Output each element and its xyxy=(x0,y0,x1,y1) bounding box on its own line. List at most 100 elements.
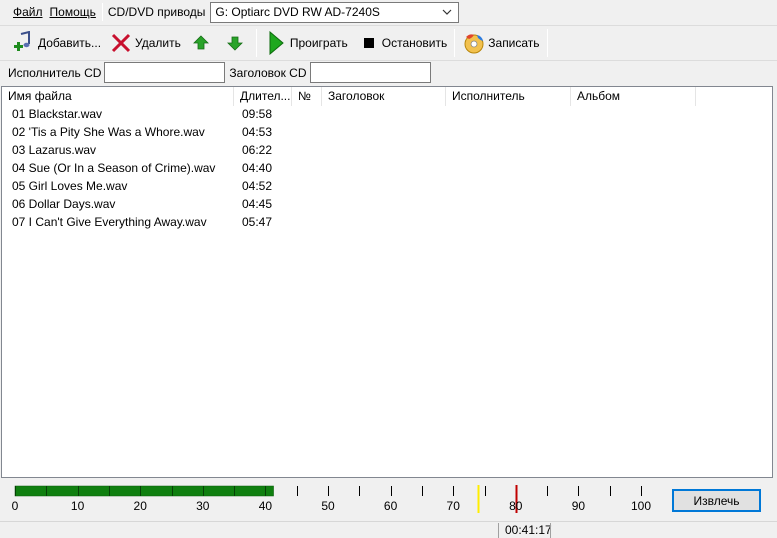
track-filename: 03 Lazarus.wav xyxy=(12,143,97,157)
scale-label: 30 xyxy=(196,499,210,513)
track-title xyxy=(325,195,449,213)
track-album xyxy=(574,195,699,213)
track-number xyxy=(294,105,325,123)
menu-file[interactable]: Файл xyxy=(9,0,46,24)
toolbar: Добавить... Удалить Проиграть Остановить xyxy=(0,25,777,59)
scale-label: 0 xyxy=(12,499,19,513)
table-row[interactable]: 01 Blackstar.wav 09:58 xyxy=(2,105,772,123)
drive-select[interactable]: G: Optiarc DVD RW AD-7240S xyxy=(210,1,460,23)
toolbar-separator xyxy=(546,28,548,57)
move-down-button[interactable] xyxy=(219,28,253,58)
track-filename: 05 Girl Loves Me.wav xyxy=(12,179,128,193)
play-icon xyxy=(264,30,288,55)
track-album xyxy=(574,177,699,195)
track-filename: 01 Blackstar.wav xyxy=(12,107,103,121)
track-duration: 04:40 xyxy=(242,161,273,175)
track-number xyxy=(294,177,325,195)
drive-select-value: G: Optiarc DVD RW AD-7240S xyxy=(215,5,380,19)
track-album xyxy=(574,123,699,141)
table-row[interactable]: 06 Dollar Days.wav 04:45 xyxy=(2,195,772,213)
stop-icon xyxy=(362,31,376,55)
burn-button[interactable]: Записать xyxy=(458,28,543,58)
delete-x-icon xyxy=(109,31,133,55)
track-number xyxy=(294,195,325,213)
delete-button[interactable]: Удалить xyxy=(105,28,185,58)
add-button-label: Добавить... xyxy=(38,35,102,50)
track-artist xyxy=(449,195,574,213)
track-duration: 09:58 xyxy=(242,107,273,121)
track-list[interactable]: Имя файла Длител... № Заголовок Исполнит… xyxy=(1,86,773,478)
burn-disc-icon xyxy=(462,31,486,55)
stop-button[interactable]: Остановить xyxy=(358,28,452,58)
arrow-down-icon xyxy=(223,31,247,55)
add-button[interactable]: Добавить... xyxy=(8,28,105,58)
track-album xyxy=(574,159,699,177)
arrow-up-icon xyxy=(189,31,213,55)
toolbar-separator xyxy=(255,28,257,57)
scale-label: 40 xyxy=(259,499,273,513)
scale-label: 70 xyxy=(447,499,461,513)
track-title xyxy=(325,177,449,195)
track-artist xyxy=(449,123,574,141)
status-divider xyxy=(550,523,551,538)
scale-label: 100 xyxy=(631,499,651,513)
move-up-button[interactable] xyxy=(185,28,219,58)
cd-artist-label: Исполнитель CD xyxy=(8,65,102,80)
track-filename: 07 I Can't Give Everything Away.wav xyxy=(12,215,207,229)
track-filename: 06 Dollar Days.wav xyxy=(12,197,116,211)
track-album xyxy=(574,141,699,159)
table-row[interactable]: 03 Lazarus.wav 06:22 xyxy=(2,141,772,159)
track-title xyxy=(325,213,449,231)
delete-button-label: Удалить xyxy=(135,35,181,50)
cd-title-label: Заголовок CD xyxy=(229,65,307,80)
track-rows: 01 Blackstar.wav 09:58 02 'Tis a Pity She … xyxy=(2,105,772,231)
status-divider xyxy=(498,523,499,538)
column-header-title[interactable]: Заголовок xyxy=(322,87,446,106)
track-title xyxy=(325,123,449,141)
toolbar-separator xyxy=(454,28,456,57)
capacity-scale: 0 10 20 30 40 50 60 70 80 90 100 xyxy=(12,485,651,513)
track-title xyxy=(325,105,449,123)
track-artist xyxy=(449,159,574,177)
column-header-duration[interactable]: Длител... xyxy=(234,87,292,106)
scale-label: 90 xyxy=(572,499,586,513)
track-album xyxy=(574,105,699,123)
cd-info-bar: Исполнитель CD Заголовок CD xyxy=(0,60,777,84)
track-title xyxy=(325,141,449,159)
cd-artist-input[interactable] xyxy=(104,62,226,83)
track-title xyxy=(325,159,449,177)
track-filename: 04 Sue (Or In a Season of Crime).wav xyxy=(12,161,216,175)
play-button[interactable]: Проиграть xyxy=(260,28,352,58)
drive-label: CD/DVD приводы xyxy=(107,5,206,19)
track-filename: 02 'Tis a Pity She Was a Whore.wav xyxy=(12,125,205,139)
capacity-area: 0 10 20 30 40 50 60 70 80 90 100 Извлечь 00:41:17 xyxy=(0,479,777,538)
track-duration: 04:45 xyxy=(242,197,273,211)
cd-title-input[interactable] xyxy=(309,62,431,83)
scale-label: 80 xyxy=(509,499,523,513)
column-header-filename[interactable]: Имя файла xyxy=(2,87,234,106)
scale-label: 20 xyxy=(134,499,148,513)
status-bar: 00:41:17 xyxy=(0,521,777,538)
track-number xyxy=(294,123,325,141)
scale-label: 60 xyxy=(384,499,398,513)
track-artist xyxy=(449,177,574,195)
track-number xyxy=(294,141,325,159)
track-artist xyxy=(449,213,574,231)
table-row[interactable]: 02 'Tis a Pity She Was a Whore.wav 04:53 xyxy=(2,123,772,141)
eject-button[interactable]: Извлечь xyxy=(672,489,761,512)
menu-bar: Файл Помощь CD/DVD приводы G: Optiarc DV… xyxy=(0,0,777,24)
track-artist xyxy=(449,141,574,159)
table-row[interactable]: 05 Girl Loves Me.wav 04:52 xyxy=(2,177,772,195)
column-header-artist[interactable]: Исполнитель xyxy=(446,87,571,106)
track-artist xyxy=(449,105,574,123)
table-row[interactable]: 04 Sue (Or In a Season of Crime).wav 04:4… xyxy=(2,159,772,177)
column-header-album[interactable]: Альбом xyxy=(571,87,696,106)
menu-help[interactable]: Помощь xyxy=(46,0,99,24)
scale-label: 50 xyxy=(321,499,335,513)
stop-button-label: Остановить xyxy=(381,35,448,50)
column-header-number[interactable]: № xyxy=(292,87,322,106)
track-album xyxy=(574,213,699,231)
track-number xyxy=(294,213,325,231)
track-number xyxy=(294,159,325,177)
table-row[interactable]: 07 I Can't Give Everything Away.wav 05:47 xyxy=(2,213,772,231)
